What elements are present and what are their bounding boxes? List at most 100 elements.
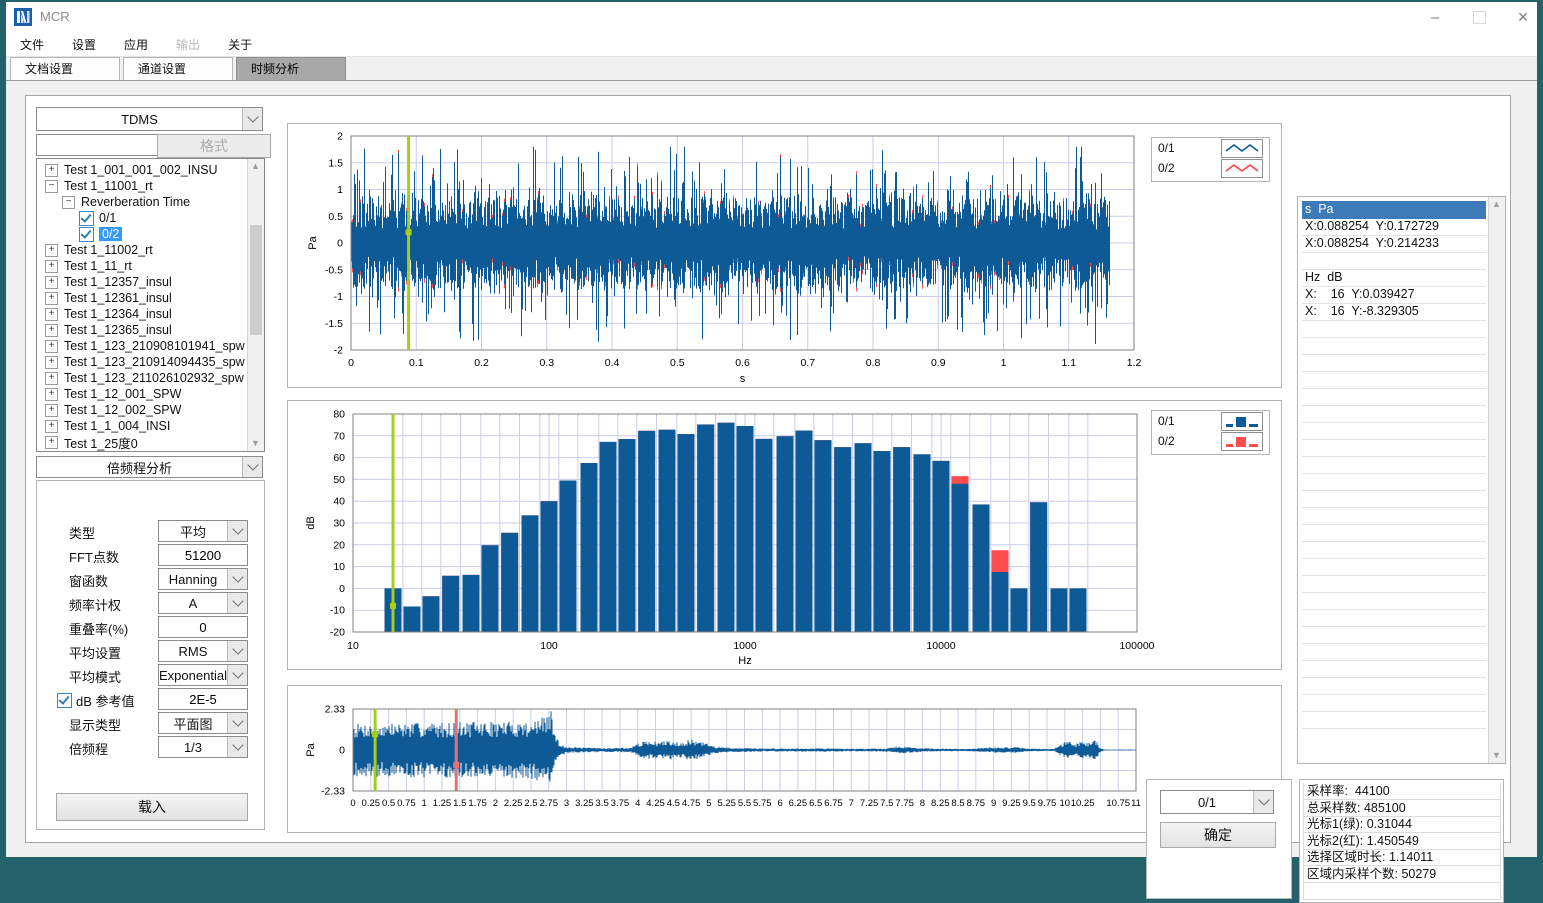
readout-row[interactable]: Hz dB <box>1302 269 1486 287</box>
readout-row[interactable] <box>1302 643 1486 661</box>
record-waveform-chart[interactable]: 00.250.50.7511.251.51.7522.252.52.7533.2… <box>287 685 1282 833</box>
format-button[interactable]: 格式 <box>157 134 271 158</box>
tree-item[interactable]: −Test 1_11001_rt <box>37 178 264 194</box>
minimize-button[interactable]: – <box>1420 4 1450 30</box>
db-checkbox[interactable] <box>57 693 72 708</box>
expand-icon[interactable]: + <box>45 324 58 337</box>
channel-select[interactable]: 0/1 <box>1160 790 1274 814</box>
readout-row[interactable] <box>1302 490 1486 508</box>
readout-row[interactable] <box>1302 337 1486 355</box>
tree-item-label[interactable]: Test 1_001_001_002_INSU <box>64 163 218 177</box>
tree-item-label[interactable]: Test 1_12361_insul <box>64 291 172 305</box>
readout-row[interactable] <box>1302 388 1486 406</box>
readout-row[interactable] <box>1302 439 1486 457</box>
readout-row[interactable] <box>1302 694 1486 712</box>
readout-row[interactable]: X:0.088254 Y:0.214233 <box>1302 235 1486 253</box>
form-select-5[interactable]: RMS <box>158 640 248 662</box>
legend-row[interactable]: 0/2 <box>1152 431 1269 451</box>
analysis-type-select[interactable]: 倍频程分析 <box>36 456 263 478</box>
tree-item[interactable]: + Test 1_25度0 <box>37 434 264 450</box>
tree-item[interactable]: +Test 1_123_211026102932_spw <box>37 370 264 386</box>
expand-icon[interactable]: + <box>45 340 58 353</box>
scroll-up-icon[interactable]: ▲ <box>1491 199 1502 210</box>
form-select-0[interactable]: 平均 <box>158 520 248 542</box>
tree-item[interactable]: + Test 1_123_210908101941_spw <box>37 338 264 354</box>
expand-icon[interactable]: + <box>45 356 58 369</box>
expand-icon[interactable]: + <box>45 372 58 385</box>
tree-item[interactable]: + Test 1_11002_rt <box>37 242 264 258</box>
readout-row[interactable] <box>1302 507 1486 525</box>
expand-icon[interactable]: + <box>45 420 58 433</box>
menu-item-设置[interactable]: 设置 <box>58 32 110 57</box>
tree-item-label[interactable]: Reverberation Time <box>81 195 190 209</box>
readout-scrollbar[interactable]: ▲ ▼ <box>1488 197 1505 763</box>
channel-checkbox[interactable] <box>79 227 94 242</box>
tree-item-label[interactable]: Test 1_12365_insul <box>64 323 172 337</box>
tree-item[interactable]: +Test 1_12_001_SPW <box>37 386 264 402</box>
tree-item-label[interactable]: Test 1_1_004_INSI <box>64 419 170 433</box>
readout-row[interactable] <box>1302 524 1486 542</box>
tree-item-label[interactable]: Test 1_25度0 <box>64 433 138 452</box>
tree-item-label[interactable]: Test 1_11002_rt <box>64 243 153 257</box>
channel-checkbox[interactable] <box>79 211 94 226</box>
menu-item-应用[interactable]: 应用 <box>110 32 162 57</box>
expand-icon[interactable]: + <box>45 308 58 321</box>
confirm-button[interactable]: 确定 <box>1160 822 1276 848</box>
tree-item[interactable]: 0/1 <box>37 210 264 226</box>
readout-row[interactable] <box>1302 626 1486 644</box>
tree-item-label[interactable]: Test 1_11_rt <box>64 259 132 273</box>
menu-item-输出[interactable]: 输出 <box>162 32 214 57</box>
menu-item-关于[interactable]: 关于 <box>214 32 266 57</box>
legend-row[interactable]: 0/1 <box>1152 411 1269 431</box>
form-select-9[interactable]: 1/3 <box>158 736 248 758</box>
readout-row[interactable] <box>1302 677 1486 695</box>
tree-item[interactable]: 0/2 <box>37 226 264 242</box>
expand-icon[interactable]: + <box>45 276 58 289</box>
form-input-4[interactable] <box>158 616 248 638</box>
readout-row[interactable] <box>1302 456 1486 474</box>
readout-row[interactable]: X: 16 Y:-8.329305 <box>1302 303 1486 321</box>
expand-icon[interactable]: + <box>45 388 58 401</box>
readout-row[interactable] <box>1302 575 1486 593</box>
expand-icon[interactable]: + <box>45 436 58 449</box>
form-input-1[interactable] <box>158 544 248 566</box>
readout-row[interactable] <box>1302 592 1486 610</box>
expand-icon[interactable]: + <box>45 164 58 177</box>
tree-item[interactable]: +Test 1_12361_insul <box>37 290 264 306</box>
scroll-up-icon[interactable]: ▲ <box>250 161 261 172</box>
readout-row[interactable] <box>1302 711 1486 729</box>
tree-scroll-thumb[interactable] <box>250 225 262 335</box>
tab-文档设置[interactable]: 文档设置 <box>10 57 120 80</box>
tab-时频分析[interactable]: 时频分析 <box>236 57 346 80</box>
expand-icon[interactable]: + <box>45 244 58 257</box>
tree-item-label[interactable]: Test 1_12_002_SPW <box>64 403 181 417</box>
tree-item-label[interactable]: Test 1_12357_insul <box>64 275 172 289</box>
tree-item-label[interactable]: 0/2 <box>99 227 122 241</box>
scroll-down-icon[interactable]: ▼ <box>1491 750 1502 761</box>
tree-item[interactable]: +Test 1_123_210914094435_spw <box>37 354 264 370</box>
collapse-icon[interactable]: − <box>45 180 58 193</box>
tree-item-label[interactable]: Test 1_123_210908101941_spw <box>64 339 245 353</box>
collapse-icon[interactable]: − <box>62 196 75 209</box>
readout-row[interactable] <box>1302 541 1486 559</box>
legend-row[interactable]: 0/1 <box>1152 138 1269 158</box>
tree-item[interactable]: +Test 1_12364_insul <box>37 306 264 322</box>
tree-scrollbar[interactable]: ▲ ▼ <box>247 159 264 451</box>
spectrum-bar-chart[interactable]: -20-100102030405060708010100100010000100… <box>287 400 1282 670</box>
readout-row[interactable] <box>1302 660 1486 678</box>
readout-row[interactable] <box>1302 558 1486 576</box>
expand-icon[interactable]: + <box>45 260 58 273</box>
tree-item-label[interactable]: Test 1_11001_rt <box>64 179 153 193</box>
readout-row[interactable] <box>1302 609 1486 627</box>
expand-icon[interactable]: + <box>45 404 58 417</box>
legend-row[interactable]: 0/2 <box>1152 158 1269 178</box>
maximize-button[interactable] <box>1464 4 1494 30</box>
time-waveform-chart[interactable]: 00.10.20.30.40.50.60.70.80.911.11.2-2-1.… <box>287 123 1282 388</box>
tree-item[interactable]: + Test 1_12_002_SPW <box>37 402 264 418</box>
tree-item[interactable]: + Test 1_11_rt <box>37 258 264 274</box>
readout-row[interactable] <box>1302 473 1486 491</box>
readout-row[interactable]: X:0.088254 Y:0.172729 <box>1302 218 1486 236</box>
search-input[interactable] <box>36 134 158 156</box>
readout-row[interactable] <box>1302 354 1486 372</box>
readout-row[interactable] <box>1302 371 1486 389</box>
